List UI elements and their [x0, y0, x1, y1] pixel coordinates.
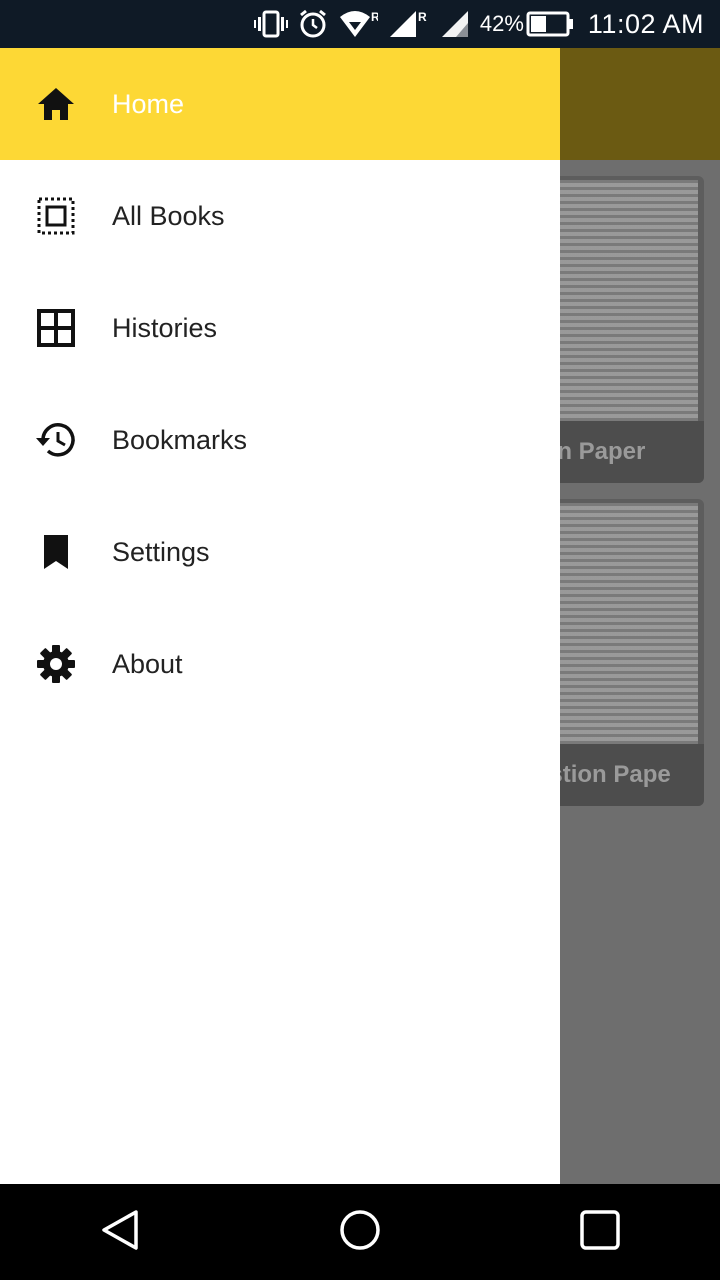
signal-icon: R: [388, 9, 430, 39]
signal-icon: [440, 9, 470, 39]
wifi-icon: R: [338, 9, 378, 39]
drawer-item-label: Histories: [112, 312, 218, 343]
battery-percent: 42%: [479, 11, 524, 36]
book-thumbnail: [544, 503, 698, 746]
status-bar: R R 42% 11:02 AM: [0, 0, 720, 48]
book-card-caption: estion Pape: [536, 744, 704, 806]
drawer-item-label: Home: [112, 88, 185, 119]
back-icon: [100, 1208, 140, 1257]
back-button[interactable]: [72, 1184, 168, 1280]
vibrate-icon: [253, 10, 288, 38]
history-icon: [0, 384, 112, 496]
drawer-item-home[interactable]: Home: [0, 48, 560, 160]
clock-time: 11:02 AM: [587, 8, 704, 39]
drawer-item-histories[interactable]: Histories: [0, 272, 560, 384]
background-book-card[interactable]: ion Paper: [536, 176, 704, 483]
navigation-drawer: Home All Books Histories Bookmarks Setti…: [0, 48, 560, 1184]
home-circle-icon: [338, 1208, 382, 1257]
recents-icon: [579, 1209, 621, 1256]
bookmark-icon: [0, 496, 112, 608]
svg-text:R: R: [371, 10, 378, 24]
book-thumbnail: [544, 180, 698, 423]
drawer-item-label: Bookmarks: [112, 424, 248, 455]
drawer-item-bookmarks[interactable]: Bookmarks: [0, 384, 560, 496]
battery-icon: [526, 11, 574, 37]
drawer-item-label: All Books: [112, 200, 225, 231]
grid-icon: [0, 272, 112, 384]
home-icon: [0, 48, 112, 160]
drawer-item-about[interactable]: About: [0, 608, 560, 720]
drawer-item-label: Settings: [112, 536, 210, 567]
recents-button[interactable]: [552, 1184, 648, 1280]
books-icon: [0, 160, 112, 272]
system-nav-bar: [0, 1184, 720, 1280]
drawer-item-all-books[interactable]: All Books: [0, 160, 560, 272]
background-book-card[interactable]: estion Pape: [536, 499, 704, 806]
book-card-caption: ion Paper: [536, 421, 704, 483]
home-button[interactable]: [312, 1184, 408, 1280]
svg-text:R: R: [418, 10, 427, 24]
drawer-item-settings[interactable]: Settings: [0, 496, 560, 608]
gear-icon: [0, 608, 112, 720]
drawer-item-label: About: [112, 648, 183, 679]
alarm-icon: [298, 9, 328, 39]
